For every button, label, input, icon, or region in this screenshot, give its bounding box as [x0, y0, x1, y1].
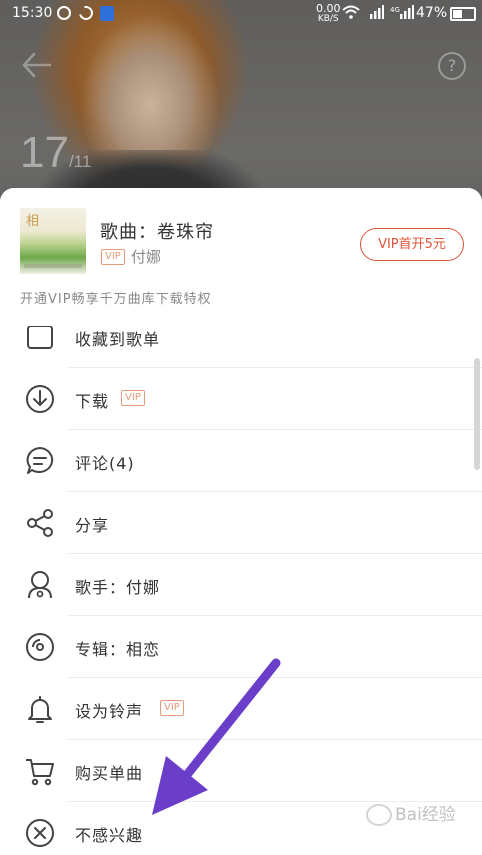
action-menu: 收藏到歌单 下载 VIP 评论(4) 分享 歌手：付娜 专辑：相恋 设为铃声 V…: [0, 306, 482, 855]
status-bar: 15:30 0.00 KB/S 4G 47%: [0, 0, 482, 28]
photo-page-indicator: 17/11: [20, 128, 91, 178]
menu-item-ringtone[interactable]: 设为铃声 VIP: [0, 678, 482, 740]
page-current: 17: [20, 128, 69, 177]
album-icon: [26, 633, 54, 661]
vip-badge: VIP: [160, 700, 184, 716]
signal-4g-icon: 4G: [390, 5, 414, 19]
song-action-sheet: 相 歌曲：卷珠帘 VIP 付娜 VIP首开5元 开通VIP畅享千万曲库下载特权 …: [0, 188, 482, 855]
scrollbar[interactable]: [474, 358, 480, 470]
page-total: /11: [68, 152, 92, 171]
song-artist[interactable]: 付娜: [131, 246, 161, 267]
menu-item-label: 评论(4): [75, 454, 135, 473]
svg-text:4G: 4G: [390, 6, 400, 14]
status-time: 15:30: [12, 5, 53, 21]
menu-item-label: 分享: [75, 516, 110, 535]
download-icon: [26, 385, 54, 413]
album-cover: 相: [20, 208, 86, 274]
song-info-card: 相 歌曲：卷珠帘 VIP 付娜 VIP首开5元 开通VIP畅享千万曲库下载特权: [0, 188, 482, 326]
menu-item-label: 专辑：相恋: [75, 640, 161, 659]
signal-icon: [370, 5, 384, 19]
vip-badge: VIP: [101, 249, 125, 265]
sync-icon: [76, 3, 96, 23]
alarm-icon: [57, 6, 71, 20]
cart-icon: [26, 759, 54, 786]
menu-item-download[interactable]: 下载 VIP: [0, 368, 482, 430]
menu-item-label: 歌手：付娜: [75, 578, 161, 597]
menu-item-label: 购买单曲: [75, 764, 144, 783]
menu-item-comment[interactable]: 评论(4): [0, 430, 482, 492]
song-title: 歌曲：卷珠帘: [100, 222, 214, 243]
bell-icon: [28, 696, 52, 723]
album-cover-text: 相: [26, 214, 40, 229]
shield-icon: [100, 6, 114, 21]
wifi-icon: [342, 5, 360, 19]
battery-percent: 47%: [416, 5, 448, 21]
singer-icon: [28, 571, 52, 599]
vip-promo-text: 开通VIP畅享千万曲库下载特权: [20, 292, 212, 307]
watermark: Bai经验: [366, 800, 456, 826]
battery-icon: [450, 7, 476, 21]
menu-item-label: 设为铃声: [75, 702, 144, 721]
menu-item-share[interactable]: 分享: [0, 492, 482, 554]
back-arrow-icon[interactable]: [20, 50, 52, 80]
help-icon[interactable]: ?: [438, 52, 466, 80]
vip-purchase-button[interactable]: VIP首开5元: [360, 228, 464, 261]
network-speed: 0.00 KB/S: [316, 2, 341, 24]
menu-item-singer[interactable]: 歌手：付娜: [0, 554, 482, 616]
paw-icon: [366, 804, 392, 826]
menu-item-album[interactable]: 专辑：相恋: [0, 616, 482, 678]
album-cover-decoration: [24, 264, 82, 268]
vip-badge: VIP: [121, 390, 145, 406]
menu-item-label: 不感兴趣: [75, 826, 144, 845]
comment-icon: [26, 447, 54, 474]
menu-item-label: 收藏到歌单: [75, 330, 161, 349]
not-interested-icon: [26, 819, 54, 847]
share-icon: [27, 509, 53, 537]
menu-item-buy-single[interactable]: 购买单曲: [0, 740, 482, 802]
menu-item-label: 下载: [75, 392, 110, 411]
watermark-text: Bai经验: [395, 805, 456, 825]
